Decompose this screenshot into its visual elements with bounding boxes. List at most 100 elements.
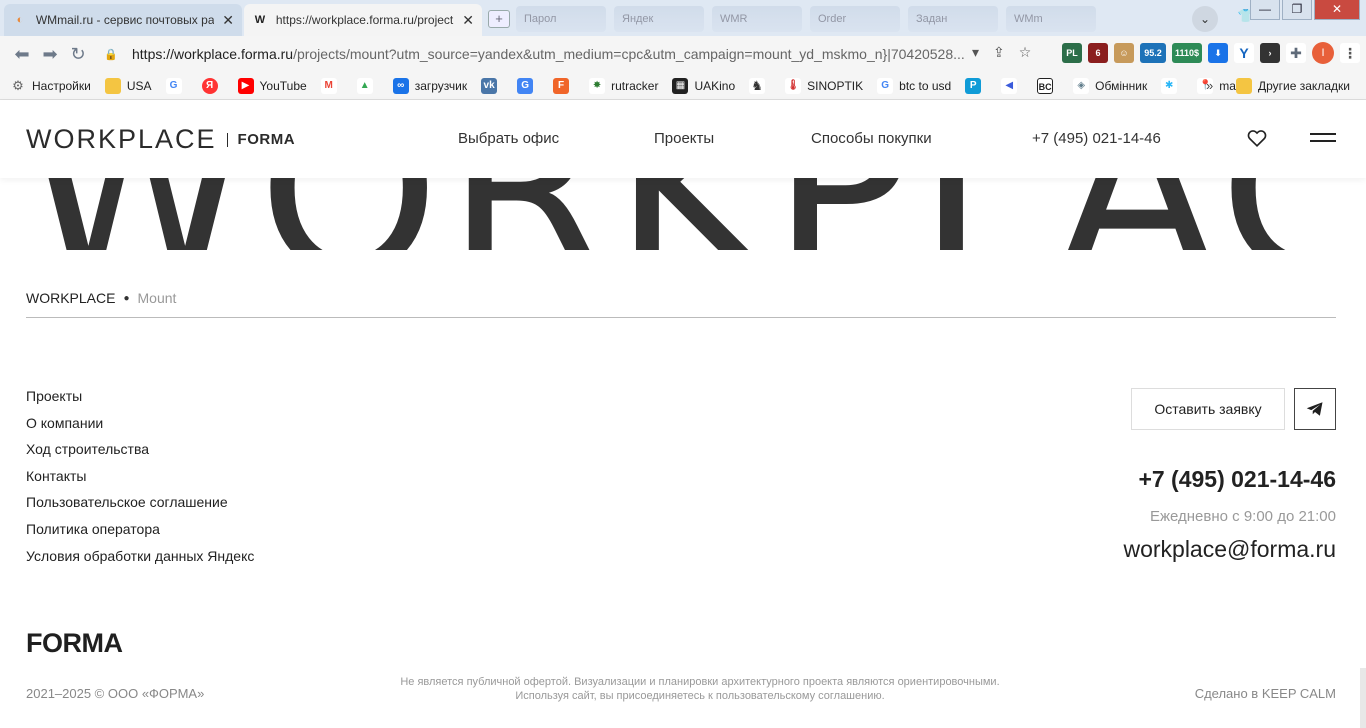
breadcrumb-current: Mount xyxy=(137,290,177,306)
nav-projects[interactable]: Проекты xyxy=(654,130,714,147)
close-tab-icon[interactable]: ✕ xyxy=(222,12,234,29)
footer-link-contacts[interactable]: Контакты xyxy=(26,466,254,493)
footer-link-projects[interactable]: Проекты xyxy=(26,386,254,413)
bookmark-usa[interactable]: USA xyxy=(104,77,152,94)
workplace-forma-logo[interactable]: WORKPLACE FORMA xyxy=(26,124,295,155)
crypto-rate-extension-icon[interactable]: 95.2 xyxy=(1140,43,1166,63)
nav-phone[interactable]: +7 (495) 021-14-46 xyxy=(1032,130,1161,147)
made-by-credit[interactable]: Сделано в KEEP CALM xyxy=(1195,686,1336,701)
footer-link-operator-policy[interactable]: Политика оператора xyxy=(26,519,254,546)
bookmark-loader[interactable]: ∞ загрузчик xyxy=(392,77,467,94)
thermometer-icon: 🌡 xyxy=(785,77,802,94)
bookmarks-overflow-button[interactable]: » xyxy=(1206,78,1213,93)
profile-avatar[interactable]: I xyxy=(1312,42,1334,64)
share-icon[interactable]: ⇪ xyxy=(993,44,1005,61)
extension-icon[interactable]: ☺ xyxy=(1114,43,1134,63)
working-hours: Ежедневно с 9:00 до 21:00 xyxy=(1149,508,1336,525)
favorites-heart-icon[interactable] xyxy=(1246,127,1268,149)
bookmark-label: Настройки xyxy=(32,78,91,93)
other-bookmarks-folder[interactable]: Другие закладки xyxy=(1236,78,1350,94)
lock-icon[interactable]: 🔒 xyxy=(104,48,124,61)
bookmark-gmail[interactable]: M xyxy=(320,77,343,94)
f-icon: F xyxy=(553,77,570,94)
background-tab[interactable]: Задан xyxy=(908,6,998,32)
menu-kebab-icon[interactable]: ⋮ xyxy=(1340,43,1360,63)
telegram-button[interactable] xyxy=(1294,388,1336,430)
breadcrumb: WORKPLACE ● Mount xyxy=(26,290,176,306)
window-close-icon[interactable]: ✕ xyxy=(1314,0,1360,20)
bookmark-star[interactable]: ✱ xyxy=(1161,77,1183,94)
bookmark-arrow[interactable]: ◀ xyxy=(1001,77,1023,94)
new-tab-button[interactable]: + xyxy=(488,10,510,28)
close-tab-icon[interactable]: ✕ xyxy=(462,12,474,29)
burger-line xyxy=(1310,140,1336,142)
bookmark-f[interactable]: F xyxy=(553,77,575,94)
chess-icon: ♞ xyxy=(749,77,766,94)
url-host: https://workplace.forma.ru xyxy=(132,46,294,62)
background-tab[interactable]: Парол xyxy=(516,6,606,32)
forma-logo[interactable]: FORMA xyxy=(26,628,123,659)
footer-link-about[interactable]: О компании xyxy=(26,413,254,440)
tab-search-icon[interactable]: ⌄ xyxy=(1192,6,1218,32)
background-tab[interactable]: Order xyxy=(810,6,900,32)
burger-line xyxy=(1310,133,1336,135)
nav-purchase-methods[interactable]: Способы покупки xyxy=(811,130,932,147)
footer-link-user-agreement[interactable]: Пользовательское соглашение xyxy=(26,492,254,519)
puzzle-extensions-icon[interactable]: ✚ xyxy=(1286,43,1306,63)
address-bar[interactable]: 🔒 https://workplace.forma.ru/projects/mo… xyxy=(104,40,990,68)
gmail-icon: M xyxy=(320,77,337,94)
v-extension-icon[interactable]: Y xyxy=(1234,43,1254,63)
bookmark-translate[interactable]: G xyxy=(517,77,539,94)
bookmark-yandex[interactable]: Я xyxy=(201,77,224,94)
footer-link-yandex-data-terms[interactable]: Условия обработки данных Яндекс xyxy=(26,546,254,573)
hero-wordmark: WORKPLACE xyxy=(26,178,1336,250)
bookmark-vk[interactable]: vk xyxy=(481,77,503,94)
bookmark-google[interactable]: G xyxy=(165,77,188,94)
dropdown-triangle-icon[interactable]: ▾ xyxy=(972,44,979,61)
leave-request-button[interactable]: Оставить заявку xyxy=(1131,388,1285,430)
disclaimer-line[interactable]: Используя сайт, вы присоединяетесь к пол… xyxy=(300,689,1100,703)
bookmark-btc-to-usd[interactable]: Gbtc to usd xyxy=(877,77,951,94)
vpn-extension-icon[interactable]: PL xyxy=(1062,43,1082,63)
restore-icon[interactable]: ❐ xyxy=(1282,0,1312,20)
logo-forma: FORMA xyxy=(237,131,296,148)
reload-icon[interactable]: ↻ xyxy=(64,40,92,68)
browser-toolbar: ⬅ ➡ ↻ 🔒 https://workplace.forma.ru/proje… xyxy=(0,36,1366,72)
bookmark-chess[interactable]: ♞ xyxy=(749,77,771,94)
browser-tab-wmmail[interactable]: ◐ WMmail.ru - сервис почтовых ра ✕ xyxy=(4,4,242,36)
footer-email[interactable]: workplace@forma.ru xyxy=(1123,536,1336,563)
bookmark-p[interactable]: P xyxy=(965,77,987,94)
download-extension-icon[interactable]: ⬇ xyxy=(1208,43,1228,63)
bookmark-label: SINOPTIK xyxy=(807,78,864,93)
minimize-icon[interactable]: — xyxy=(1250,0,1280,20)
footer-link-construction[interactable]: Ход строительства xyxy=(26,439,254,466)
back-arrow-icon[interactable]: ⬅ xyxy=(8,40,36,68)
browser-tab-workplace[interactable]: W https://workplace.forma.ru/project ✕ xyxy=(244,4,482,36)
ublock-extension-icon[interactable]: 6 xyxy=(1088,43,1108,63)
background-tab[interactable]: WMm xyxy=(1006,6,1096,32)
extensions-area: PL 6 ☺ 95.2 1110$ ⬇ Y › ✚ I ⋮ xyxy=(1062,42,1360,64)
background-tab[interactable]: WMR xyxy=(712,6,802,32)
nav-choose-office[interactable]: Выбрать офис xyxy=(458,130,559,147)
scrollbar[interactable] xyxy=(1360,668,1366,728)
bookmark-sinoptik[interactable]: 🌡 SINOPTIK xyxy=(785,77,864,94)
bookmark-settings[interactable]: ⚙ Настройки xyxy=(10,78,91,94)
url-path: /projects/mount?utm_source=yandex&utm_me… xyxy=(293,46,965,62)
bookmarks-bar: ⚙ Настройки USA G Я ▶ YouTube M ▲ ∞ загрузч… xyxy=(0,72,1366,100)
bookmark-uakino[interactable]: ▦ UAKino xyxy=(672,77,735,94)
terminal-extension-icon[interactable]: › xyxy=(1260,43,1280,63)
bookmark-youtube[interactable]: ▶ YouTube xyxy=(237,77,307,94)
bookmark-star-icon[interactable]: ☆ xyxy=(1019,44,1032,61)
breadcrumb-separator-icon: ● xyxy=(123,292,130,304)
btc-rate-extension-icon[interactable]: 1110$ xyxy=(1172,43,1202,63)
forward-arrow-icon[interactable]: ➡ xyxy=(36,40,64,68)
bookmark-exchanger[interactable]: ◈ Обмінник xyxy=(1073,77,1147,94)
bookmark-drive[interactable]: ▲ xyxy=(356,77,379,94)
google-icon: G xyxy=(877,77,894,94)
burger-menu-icon[interactable] xyxy=(1310,133,1336,147)
bookmark-rutracker[interactable]: ✸ rutracker xyxy=(589,77,658,94)
background-tab[interactable]: Яндек xyxy=(614,6,704,32)
bookmark-bc[interactable]: BC xyxy=(1037,77,1059,94)
breadcrumb-home-link[interactable]: WORKPLACE xyxy=(26,290,115,306)
footer-phone[interactable]: +7 (495) 021-14-46 xyxy=(1138,466,1336,493)
